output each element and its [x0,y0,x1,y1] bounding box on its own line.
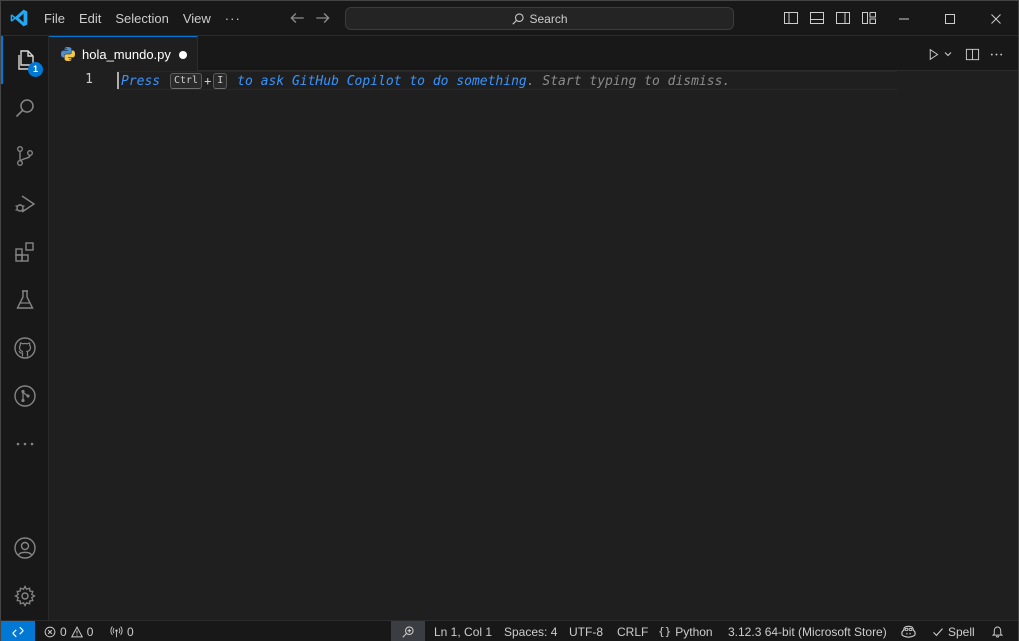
activity-git-graph[interactable] [1,372,49,420]
activity-github[interactable] [1,324,49,372]
beaker-icon [16,290,34,309]
extensions-icon [15,242,34,262]
language-mode[interactable]: {} Python [658,621,713,641]
activity-run-debug[interactable] [1,180,49,228]
back-arrow-icon[interactable] [288,9,306,27]
encoding[interactable]: UTF-8 [569,621,603,641]
ports-indicator[interactable]: 0 [110,621,134,641]
broadcast-icon [110,626,123,638]
warning-count: 0 [86,624,94,639]
more-actions-button[interactable] [987,45,1005,63]
menu-edit[interactable]: Edit [72,7,108,31]
editor-area[interactable]: 1 Press Ctrl + I to ask GitHub Copilot t… [49,71,1018,620]
activity-bar: 1 [1,36,49,620]
error-count: 0 [60,624,67,639]
remote-indicator[interactable] [1,621,35,641]
remote-icon [12,626,24,637]
warning-icon [70,625,83,637]
line-number: 1 [85,72,93,87]
hint-dismiss-text: . Start typing to dismiss. [526,73,731,89]
activity-manage[interactable] [1,572,49,620]
ellipsis-icon [16,442,34,446]
kbd-plus: + [204,74,212,88]
forward-arrow-icon[interactable] [314,9,332,27]
menu-selection[interactable]: Selection [108,7,175,31]
end-of-line[interactable]: CRLF [617,621,648,641]
spell-label: Spell [948,624,975,639]
search-icon [15,99,34,118]
source-control-icon [16,146,33,167]
braces-icon: {} [658,625,672,638]
split-editor-button[interactable] [963,45,981,63]
copilot-link[interactable]: to ask GitHub Copilot to do something [229,74,527,89]
activity-more[interactable] [1,420,49,468]
play-icon [929,48,939,60]
activity-extensions[interactable] [1,228,49,276]
hint-press: Press [121,73,161,89]
menu-more-button[interactable]: ··· [218,7,244,31]
run-debug-icon [15,195,36,213]
search-icon [512,12,525,25]
close-icon [991,13,1001,24]
spell-check[interactable]: Spell [932,621,975,641]
title-bar: File Edit Selection View ··· Search [1,1,1018,36]
kbd-ctrl: Ctrl [169,73,203,89]
unsaved-dot-icon[interactable] [179,51,187,59]
notifications[interactable] [991,621,1004,641]
cursor-position[interactable]: Ln 1, Col 1 [434,621,492,641]
gear-icon [14,585,36,607]
tab-hola-mundo[interactable]: hola_mundo.py [49,36,198,71]
account-icon [14,537,36,559]
editor-tab-bar: hola_mundo.py [49,36,1018,71]
explorer-badge: 1 [28,62,43,77]
python-interpreter[interactable]: 3.12.3 64-bit (Microsoft Store) [728,621,887,641]
toggle-panel-icon[interactable] [809,10,825,26]
copilot-status[interactable] [901,621,916,641]
vscode-window: File Edit Selection View ··· Search 1 ho… [0,0,1019,641]
vscode-logo-icon[interactable] [9,8,29,28]
search-label: Search [529,11,568,26]
github-icon [14,337,36,359]
run-python-file-button[interactable] [925,45,955,63]
bell-icon [991,626,1004,638]
activity-accounts[interactable] [1,524,49,572]
activity-explorer[interactable]: 1 [1,36,49,84]
minimize-button[interactable] [881,1,927,36]
zoom-indicator[interactable] [391,621,425,641]
problems-indicator[interactable]: 0 0 [44,621,93,641]
toggle-secondary-sidebar-icon[interactable] [835,10,851,26]
copilot-hint: Press Ctrl + I to ask GitHub Copilot to … [121,72,730,90]
split-editor-icon [965,48,979,60]
chevron-down-icon [944,52,952,57]
kbd-i: I [213,73,228,89]
error-icon [44,626,56,637]
ports-count: 0 [127,624,134,639]
language-label: Python [675,624,713,639]
activity-testing[interactable] [1,276,49,324]
check-icon [933,627,943,636]
tab-label: hola_mundo.py [82,46,171,62]
ellipsis-icon [990,53,1002,55]
close-button[interactable] [973,1,1019,36]
minimize-icon [899,18,909,19]
copilot-icon [901,625,916,638]
zoom-in-icon [402,625,414,638]
maximize-button[interactable] [927,1,973,36]
activity-source-control[interactable] [1,132,49,180]
activity-search[interactable] [1,84,49,132]
menu-file[interactable]: File [37,7,72,31]
indentation[interactable]: Spaces: 4 [504,621,557,641]
maximize-icon [945,13,955,24]
text-cursor [117,72,119,89]
status-bar: 0 0 0 Ln 1, Col 1 Spaces: 4 UTF-8 CRLF {… [1,620,1018,641]
toggle-primary-sidebar-icon[interactable] [783,10,799,26]
command-center-search[interactable]: Search [345,7,734,30]
git-graph-icon [14,385,36,407]
menu-view[interactable]: View [176,7,218,31]
menu-bar: File Edit Selection View ··· [37,1,244,36]
customize-layout-icon[interactable] [861,10,877,26]
python-icon [61,47,75,61]
